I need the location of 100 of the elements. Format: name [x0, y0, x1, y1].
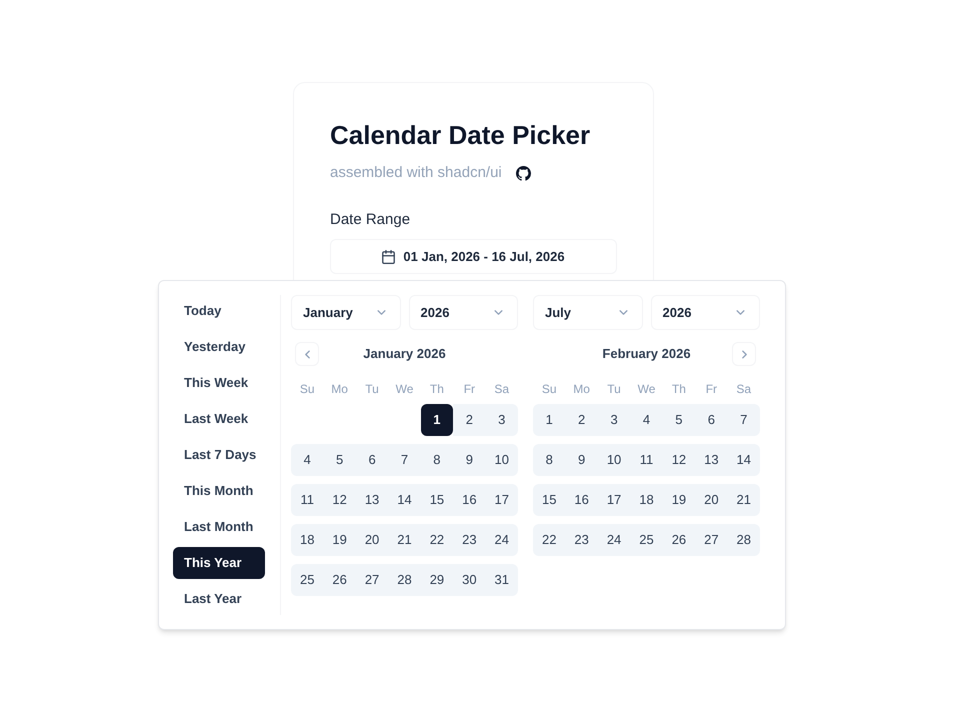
calendar-day[interactable]: 4 — [291, 444, 324, 476]
chevron-left-icon — [304, 350, 310, 358]
calendar-day[interactable]: 15 — [420, 484, 454, 516]
calendar-day[interactable]: 5 — [662, 404, 696, 436]
previous-month-button[interactable] — [295, 342, 319, 366]
calendar-day[interactable]: 9 — [565, 444, 598, 476]
calendar-day[interactable]: 3 — [598, 404, 630, 436]
calendar-day[interactable]: 2 — [565, 404, 598, 436]
calendar-day[interactable]: 23 — [565, 524, 598, 556]
github-icon[interactable] — [516, 166, 531, 180]
calendar-day[interactable]: 28 — [388, 564, 421, 596]
subtitle-text: assembled with shadcn/ui — [330, 163, 502, 183]
month-title: January 2026 — [363, 346, 446, 361]
calendar-day[interactable]: 22 — [533, 524, 566, 556]
calendar-day[interactable]: 18 — [291, 524, 324, 556]
card-title: Calendar Date Picker — [330, 119, 592, 152]
year-select[interactable]: 2026 — [650, 295, 760, 330]
calendar-day[interactable]: 14 — [728, 444, 760, 476]
calendar-day[interactable]: 26 — [662, 524, 696, 556]
calendar-day[interactable]: 26 — [323, 564, 356, 596]
preset-option[interactable]: Yesterday — [173, 331, 265, 363]
calendar-day[interactable]: 25 — [630, 524, 663, 556]
month-title: February 2026 — [602, 346, 691, 361]
weekday-label: Fr — [706, 382, 718, 396]
preset-option[interactable]: This Week — [173, 367, 265, 399]
preset-option[interactable]: Last 7 Days — [173, 439, 265, 471]
chevron-right-icon — [742, 350, 746, 358]
calendar-day[interactable]: 11 — [630, 444, 663, 476]
calendar-day[interactable]: 4 — [630, 404, 663, 436]
date-range-button[interactable]: 01 Jan, 2026 - 16 Jul, 2026 — [330, 239, 617, 274]
calendar-day[interactable]: 10 — [598, 444, 630, 476]
preset-option[interactable]: This Month — [173, 475, 265, 507]
calendar-day[interactable]: 19 — [323, 524, 356, 556]
month-select[interactable]: January — [291, 295, 400, 330]
calendar-day[interactable]: 14 — [388, 484, 421, 516]
calendar-day[interactable]: 3 — [486, 404, 518, 436]
weekday-label: Mo — [573, 382, 590, 396]
calendar-day[interactable]: 27 — [356, 564, 388, 596]
calendar-day[interactable]: 22 — [420, 524, 454, 556]
calendar-day[interactable]: 12 — [323, 484, 356, 516]
calendar-day[interactable]: 12 — [662, 444, 696, 476]
calendar-day[interactable]: 31 — [486, 564, 518, 596]
preset-option[interactable]: Today — [173, 295, 265, 327]
calendar-day[interactable]: 16 — [453, 484, 486, 516]
calendar-day[interactable]: 5 — [323, 444, 356, 476]
calendar-day[interactable]: 7 — [388, 444, 421, 476]
calendar-day[interactable]: 15 — [533, 484, 566, 516]
calendar-day[interactable]: 20 — [695, 484, 728, 516]
calendar-day[interactable]: 25 — [291, 564, 324, 596]
calendar-day[interactable]: 6 — [695, 404, 728, 436]
weekday-label: Mo — [331, 382, 348, 396]
calendar-day[interactable]: 28 — [728, 524, 760, 556]
calendar-day[interactable]: 29 — [420, 564, 454, 596]
next-month-button[interactable] — [732, 342, 756, 366]
calendar-day[interactable]: 8 — [420, 444, 454, 476]
weekday-label: Sa — [736, 382, 752, 396]
calendar-day[interactable]: 11 — [291, 484, 324, 516]
preset-option[interactable]: Last Week — [173, 403, 265, 435]
calendar-day[interactable]: 13 — [695, 444, 728, 476]
calendar-day[interactable]: 21 — [388, 524, 421, 556]
calendar-day[interactable]: 6 — [356, 444, 388, 476]
weekday-label: Sa — [494, 382, 510, 396]
calendar-day[interactable]: 8 — [533, 444, 566, 476]
calendar-day[interactable]: 13 — [356, 484, 388, 516]
weekday-label: We — [638, 382, 656, 396]
field-label: Date Range — [330, 210, 412, 230]
calendar-day[interactable]: 24 — [486, 524, 518, 556]
weekday-label: Fr — [464, 382, 476, 396]
calendar-day[interactable]: 30 — [453, 564, 486, 596]
calendar-day[interactable]: 7 — [728, 404, 760, 436]
calendar-day[interactable]: 21 — [728, 484, 760, 516]
calendar-day[interactable]: 2 — [453, 404, 486, 436]
calendar-icon — [382, 250, 396, 264]
weekday-label: Th — [430, 382, 444, 396]
year-select[interactable]: 2026 — [408, 295, 518, 330]
calendar-day[interactable]: 24 — [598, 524, 630, 556]
weekday-label: Su — [542, 382, 557, 396]
calendar-day[interactable]: 19 — [662, 484, 696, 516]
preset-option[interactable]: Last Month — [173, 511, 265, 543]
calendar-day[interactable]: 17 — [486, 484, 518, 516]
chevron-down-icon — [376, 310, 386, 315]
calendar-day[interactable]: 20 — [356, 524, 388, 556]
weekday-label: Th — [672, 382, 686, 396]
month-select[interactable]: July — [533, 295, 642, 330]
calendar-day[interactable]: 23 — [453, 524, 486, 556]
calendar-day[interactable]: 27 — [695, 524, 728, 556]
calendar-day[interactable]: 9 — [453, 444, 486, 476]
weekday-label: Tu — [607, 382, 621, 396]
calendar-day[interactable]: 17 — [598, 484, 630, 516]
calendar-day[interactable]: 18 — [630, 484, 663, 516]
calendar-day[interactable]: 16 — [565, 484, 598, 516]
calendar-day[interactable]: 1 — [533, 404, 566, 436]
weekday-label: We — [396, 382, 414, 396]
chevron-down-icon — [494, 310, 503, 315]
calendar-day[interactable]: 10 — [486, 444, 518, 476]
calendar-day[interactable]: 1 — [420, 404, 454, 436]
preset-option[interactable]: Last Year — [173, 583, 265, 615]
weekday-label: Su — [300, 382, 315, 396]
weekday-label: Tu — [365, 382, 379, 396]
preset-option[interactable]: This Year — [173, 547, 265, 579]
